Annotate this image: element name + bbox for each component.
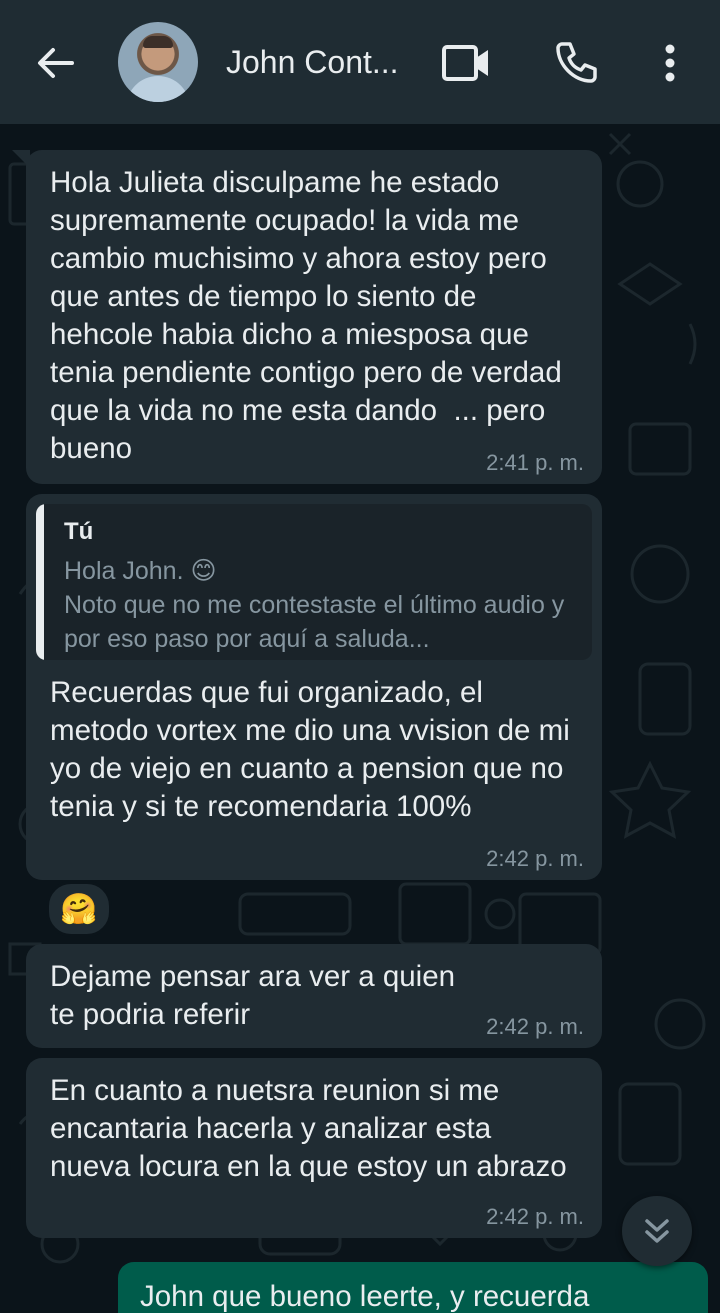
back-button[interactable] [30,40,80,86]
chat-area[interactable]: Hola Julieta disculpame he estado suprem… [0,124,720,1313]
quote-author: Tú [64,518,94,545]
outgoing-message[interactable]: John que bueno leerte, y recuerda [118,1262,708,1313]
message-text: Hola Julieta disculpame he estado suprem… [50,166,570,465]
message-time: 2:41 p. m. [486,450,584,475]
quote-text: Hola John. 😊 Noto que no me contestaste … [64,557,565,653]
message-text: John que bueno leerte, y recuerda [140,1280,590,1313]
scroll-to-bottom-button[interactable] [622,1196,692,1266]
video-call-icon [442,45,488,81]
message-text: En cuanto a nuetsra reunion si me encant… [50,1074,567,1183]
quote-bar [36,504,44,660]
message-text: Dejame pensar ara ver a quien te podria … [50,960,464,1031]
chat-header: John Cont... [0,0,720,124]
bubble-tail [12,150,30,168]
message-time: 2:42 p. m. [486,846,584,871]
incoming-message[interactable]: Hola Julieta disculpame he estado suprem… [12,150,602,484]
phone-icon [556,42,597,83]
video-call-button[interactable] [440,42,494,84]
incoming-message[interactable]: Dejame pensar ara ver a quien te podria … [26,944,602,1048]
avatar[interactable] [118,22,198,102]
message-text: Recuerdas que fui organizado, el metodo … [50,676,578,823]
voice-call-button[interactable] [552,38,600,86]
incoming-reply-message[interactable]: Tú Hola John. 😊 Noto que no me contestas… [26,494,602,880]
message-time: 2:42 p. m. [486,1204,584,1229]
double-chevron-down-icon [645,1219,669,1243]
message-reaction[interactable]: 🤗 [46,881,112,937]
message-time: 2:42 p. m. [486,1014,584,1039]
avatar-shoulders [126,76,190,102]
quoted-message[interactable]: Tú Hola John. 😊 Noto que no me contestas… [36,504,592,660]
more-options-button[interactable] [650,40,690,86]
back-arrow-icon [38,48,74,78]
incoming-message[interactable]: En cuanto a nuetsra reunion si me encant… [26,1058,602,1238]
contact-name[interactable]: John Cont... [226,42,416,82]
more-vert-icon [665,44,675,82]
avatar-hair [143,36,173,48]
